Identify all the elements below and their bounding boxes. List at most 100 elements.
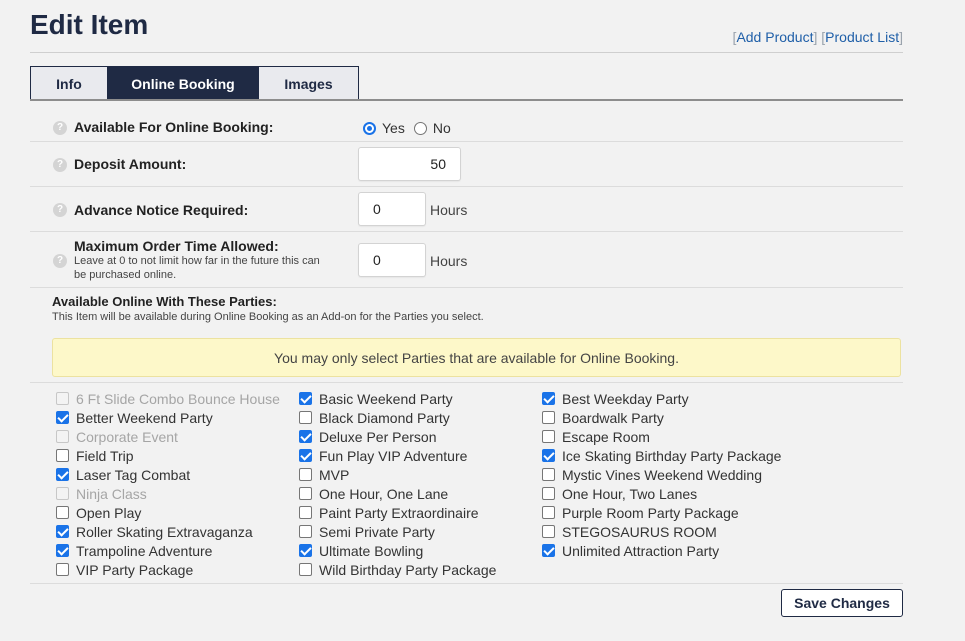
- party-label: One Hour, One Lane: [319, 485, 449, 502]
- parties-notice: You may only select Parties that are ava…: [52, 338, 901, 377]
- tab-online-booking[interactable]: Online Booking: [108, 67, 259, 100]
- party-checkbox[interactable]: [56, 563, 69, 576]
- party-option[interactable]: Roller Skating Extravaganza: [56, 522, 280, 541]
- party-checkbox[interactable]: [56, 525, 69, 538]
- advance-notice-row: ? Advance Notice Required: 0 Hours: [30, 187, 903, 232]
- help-icon[interactable]: ?: [53, 203, 67, 217]
- radio-yes-label[interactable]: Yes: [382, 120, 405, 136]
- party-option[interactable]: MVP: [299, 465, 496, 484]
- help-icon[interactable]: ?: [53, 158, 67, 172]
- party-checkbox[interactable]: [542, 525, 555, 538]
- deposit-amount-input[interactable]: 50: [358, 147, 461, 181]
- party-checkbox[interactable]: [299, 430, 312, 443]
- parties-section-description: This Item will be available during Onlin…: [52, 311, 484, 323]
- party-option[interactable]: One Hour, Two Lanes: [542, 484, 781, 503]
- party-checkbox[interactable]: [299, 392, 312, 405]
- party-option[interactable]: Ultimate Bowling: [299, 541, 496, 560]
- party-option[interactable]: Better Weekend Party: [56, 408, 280, 427]
- party-option[interactable]: Boardwalk Party: [542, 408, 781, 427]
- party-label: Trampoline Adventure: [76, 542, 213, 559]
- party-label: Unlimited Attraction Party: [562, 542, 720, 559]
- party-checkbox[interactable]: [299, 487, 312, 500]
- party-checkbox[interactable]: [299, 525, 312, 538]
- party-checkbox[interactable]: [542, 411, 555, 424]
- parties-divider: [30, 382, 903, 383]
- party-label: Open Play: [76, 504, 142, 521]
- bracket-close: ]: [899, 29, 903, 45]
- party-checkbox[interactable]: [299, 468, 312, 481]
- radio-no-label[interactable]: No: [433, 120, 451, 136]
- footer-divider: [30, 583, 903, 584]
- product-list-link[interactable]: Product List: [825, 29, 899, 45]
- help-icon[interactable]: ?: [53, 121, 67, 135]
- party-option[interactable]: VIP Party Package: [56, 560, 280, 579]
- party-label: STEGOSAURUS ROOM: [562, 523, 717, 540]
- tab-info[interactable]: Info: [31, 67, 108, 100]
- party-label: Paint Party Extraordinaire: [319, 504, 479, 521]
- save-changes-button[interactable]: Save Changes: [781, 589, 903, 617]
- party-checkbox[interactable]: [56, 468, 69, 481]
- party-option[interactable]: Mystic Vines Weekend Wedding: [542, 465, 781, 484]
- party-option[interactable]: Deluxe Per Person: [299, 427, 496, 446]
- party-option[interactable]: Escape Room: [542, 427, 781, 446]
- title-divider: [30, 52, 903, 53]
- party-checkbox[interactable]: [542, 544, 555, 557]
- party-option[interactable]: Basic Weekend Party: [299, 389, 496, 408]
- help-icon[interactable]: ?: [53, 254, 67, 268]
- party-checkbox[interactable]: [542, 449, 555, 462]
- party-checkbox[interactable]: [56, 544, 69, 557]
- party-label: Mystic Vines Weekend Wedding: [562, 466, 762, 483]
- party-checkbox[interactable]: [542, 506, 555, 519]
- party-label: One Hour, Two Lanes: [562, 485, 698, 502]
- party-option[interactable]: Black Diamond Party: [299, 408, 496, 427]
- party-label: Semi Private Party: [319, 523, 435, 540]
- party-checkbox[interactable]: [299, 544, 312, 557]
- advance-notice-unit: Hours: [430, 202, 468, 218]
- radio-yes[interactable]: [363, 121, 376, 135]
- max-order-time-row: ? Maximum Order Time Allowed: Leave at 0…: [30, 232, 903, 288]
- max-order-time-input[interactable]: 0: [358, 243, 426, 277]
- party-option[interactable]: STEGOSAURUS ROOM: [542, 522, 781, 541]
- party-label: Basic Weekend Party: [319, 390, 453, 407]
- party-checkbox[interactable]: [299, 449, 312, 462]
- party-label: Escape Room: [562, 428, 650, 445]
- party-option[interactable]: One Hour, One Lane: [299, 484, 496, 503]
- party-checkbox[interactable]: [299, 506, 312, 519]
- party-option[interactable]: Best Weekday Party: [542, 389, 781, 408]
- parties-column-1: 6 Ft Slide Combo Bounce House Better Week…: [56, 389, 280, 579]
- party-option[interactable]: Open Play: [56, 503, 280, 522]
- party-checkbox[interactable]: [56, 506, 69, 519]
- party-option[interactable]: Paint Party Extraordinaire: [299, 503, 496, 522]
- advance-notice-label: Advance Notice Required:: [74, 202, 249, 218]
- available-online-row: ? Available For Online Booking: Yes No: [30, 110, 903, 142]
- add-product-link[interactable]: Add Product: [736, 29, 813, 45]
- party-checkbox[interactable]: [542, 487, 555, 500]
- party-checkbox[interactable]: [542, 468, 555, 481]
- party-checkbox[interactable]: [56, 449, 69, 462]
- advance-notice-input[interactable]: 0: [358, 192, 426, 226]
- party-checkbox[interactable]: [299, 563, 312, 576]
- party-option[interactable]: Unlimited Attraction Party: [542, 541, 781, 560]
- tab-images[interactable]: Images: [259, 67, 358, 100]
- party-checkbox[interactable]: [542, 430, 555, 443]
- party-checkbox[interactable]: [56, 411, 69, 424]
- party-label: Corporate Event: [76, 428, 178, 445]
- party-option[interactable]: Fun Play VIP Adventure: [299, 446, 496, 465]
- party-label: VIP Party Package: [76, 561, 194, 578]
- party-option[interactable]: Wild Birthday Party Package: [299, 560, 496, 579]
- party-option[interactable]: Purple Room Party Package: [542, 503, 781, 522]
- party-label: Better Weekend Party: [76, 409, 213, 426]
- party-checkbox[interactable]: [542, 392, 555, 405]
- party-checkbox: [56, 430, 69, 443]
- radio-no[interactable]: [413, 121, 427, 135]
- party-option[interactable]: Field Trip: [56, 446, 280, 465]
- party-option[interactable]: Semi Private Party: [299, 522, 496, 541]
- party-checkbox[interactable]: [299, 411, 312, 424]
- tab-bar: Info Online Booking Images: [30, 66, 359, 101]
- parties-column-3: Best Weekday Party Boardwalk Party Escape …: [542, 389, 781, 560]
- party-label: Field Trip: [76, 447, 134, 464]
- party-option[interactable]: Laser Tag Combat: [56, 465, 280, 484]
- party-label: Best Weekday Party: [562, 390, 689, 407]
- party-option[interactable]: Trampoline Adventure: [56, 541, 280, 560]
- party-option[interactable]: Ice Skating Birthday Party Package: [542, 446, 781, 465]
